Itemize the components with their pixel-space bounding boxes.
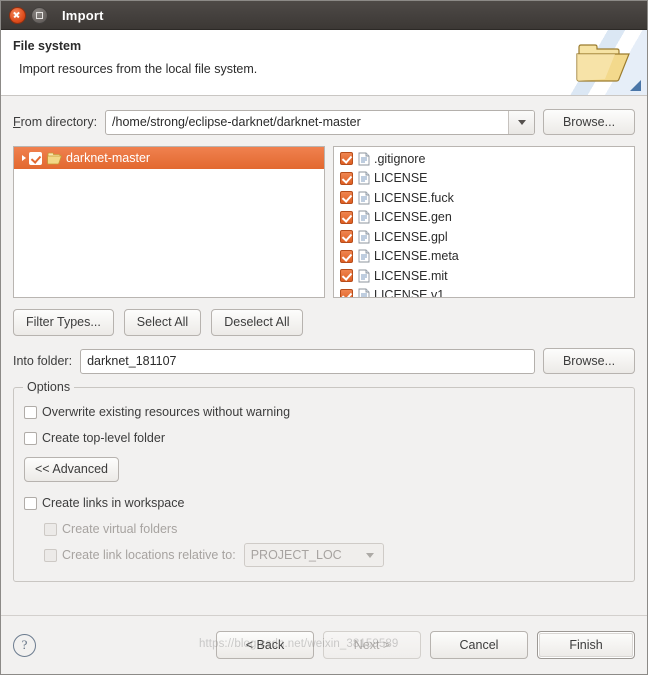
list-item[interactable]: LICENSE.fuck — [334, 188, 634, 208]
into-folder-label: Into folder: — [13, 354, 73, 368]
into-folder-input[interactable]: darknet_181107 — [80, 348, 535, 374]
list-item[interactable]: LICENSE — [334, 169, 634, 189]
cancel-button[interactable]: Cancel — [430, 631, 528, 659]
file-checkbox[interactable] — [340, 249, 353, 263]
filter-types-button[interactable]: Filter Types... — [13, 309, 114, 336]
select-all-button[interactable]: Select All — [123, 309, 202, 336]
relative-location-value: PROJECT_LOC — [250, 548, 342, 562]
file-label: LICENSE.fuck — [374, 190, 454, 205]
file-label: .gitignore — [374, 151, 426, 166]
file-icon — [358, 288, 370, 297]
list-item[interactable]: LICENSE.gpl — [334, 227, 634, 247]
file-icon — [358, 171, 370, 185]
chevron-down-icon — [517, 119, 526, 125]
selection-panes: darknet-master .gitignore LICENSE LICENS… — [13, 146, 635, 298]
file-label: LICENSE.mit — [374, 268, 448, 283]
relative-location-combo: PROJECT_LOC — [243, 543, 384, 567]
tree-item-label: darknet-master — [66, 151, 151, 165]
list-item[interactable]: LICENSE.v1 — [334, 286, 634, 298]
from-directory-browse-button[interactable]: Browse... — [543, 109, 635, 135]
create-relative-links-checkbox — [44, 548, 57, 562]
create-relative-links-option-row: Create link locations relative to: PROJE… — [24, 543, 624, 567]
from-directory-combo[interactable]: /home/strong/eclipse-darknet/darknet-mas… — [105, 109, 535, 135]
file-icon — [358, 249, 370, 263]
open-folder-icon — [576, 44, 630, 82]
create-top-level-option-row[interactable]: Create top-level folder — [24, 427, 624, 449]
maximize-icon[interactable] — [31, 6, 48, 24]
create-virtual-folders-checkbox — [44, 522, 57, 536]
from-directory-label: From directory: — [13, 115, 98, 129]
next-button: Next > — [323, 631, 421, 659]
file-checkbox[interactable] — [340, 230, 353, 244]
file-label: LICENSE.v1 — [374, 288, 445, 298]
overwrite-option-row[interactable]: Overwrite existing resources without war… — [24, 401, 624, 423]
file-checkbox[interactable] — [340, 191, 353, 205]
create-links-option-row[interactable]: Create links in workspace — [24, 492, 624, 514]
file-label: LICENSE — [374, 171, 428, 186]
file-checkbox[interactable] — [340, 269, 353, 283]
list-item[interactable]: LICENSE.meta — [334, 247, 634, 267]
relative-location-dropdown-arrow — [357, 544, 383, 566]
from-directory-input[interactable]: /home/strong/eclipse-darknet/darknet-mas… — [106, 111, 508, 134]
file-checkbox[interactable] — [340, 288, 353, 297]
options-group: Options Overwrite existing resources wit… — [13, 380, 635, 582]
page-banner: File system Import resources from the lo… — [1, 30, 647, 96]
close-icon[interactable] — [9, 6, 26, 24]
file-checkbox[interactable] — [340, 152, 353, 166]
window-title: Import — [62, 7, 104, 23]
expand-arrow-icon[interactable] — [18, 155, 29, 161]
create-links-label: Create links in workspace — [42, 496, 185, 510]
file-list-pane[interactable]: .gitignore LICENSE LICENSE.fuck LICENSE.… — [333, 146, 635, 298]
file-checkbox[interactable] — [340, 171, 353, 185]
banner-corner-glyph — [630, 80, 641, 91]
deselect-all-button[interactable]: Deselect All — [211, 309, 303, 336]
create-virtual-folders-option-row: Create virtual folders — [24, 518, 624, 540]
from-directory-dropdown-arrow[interactable] — [508, 110, 534, 134]
file-icon — [358, 152, 370, 166]
into-folder-browse-button[interactable]: Browse... — [543, 348, 635, 374]
selection-buttons-row: Filter Types... Select All Deselect All — [13, 309, 635, 336]
banner-title: File system — [13, 39, 82, 53]
create-relative-links-label: Create link locations relative to: — [62, 548, 236, 562]
file-checkbox[interactable] — [340, 210, 353, 224]
create-top-level-label: Create top-level folder — [42, 431, 165, 445]
finish-button[interactable]: Finish — [537, 631, 635, 659]
create-links-checkbox[interactable] — [24, 496, 37, 510]
create-top-level-checkbox[interactable] — [24, 431, 37, 445]
file-label: LICENSE.gpl — [374, 229, 448, 244]
file-label: LICENSE.meta — [374, 249, 459, 264]
from-directory-row: From directory: /home/strong/eclipse-dar… — [13, 109, 635, 135]
list-item[interactable]: .gitignore — [334, 149, 634, 169]
back-button[interactable]: < Back — [216, 631, 314, 659]
tree-item-checkbox[interactable] — [29, 151, 42, 165]
footer-buttons: < Back Next > Cancel Finish — [216, 631, 635, 659]
tree-item-darknet-master[interactable]: darknet-master — [14, 147, 324, 169]
chevron-down-icon — [365, 552, 374, 558]
help-icon[interactable]: ? — [13, 633, 36, 657]
folder-tree-pane[interactable]: darknet-master — [13, 146, 325, 298]
titlebar: Import — [1, 1, 647, 30]
create-virtual-folders-label: Create virtual folders — [62, 522, 178, 536]
banner-description: Import resources from the local file sys… — [19, 62, 258, 76]
import-dialog: Import File system Import resources from… — [0, 0, 648, 675]
file-icon — [358, 269, 370, 283]
file-icon — [358, 210, 370, 224]
options-group-title: Options — [23, 380, 75, 394]
overwrite-checkbox[interactable] — [24, 405, 37, 419]
advanced-toggle-button[interactable]: << Advanced — [24, 457, 119, 482]
into-folder-row: Into folder: darknet_181107 Browse... — [13, 348, 635, 374]
folder-icon — [47, 152, 62, 164]
dialog-body: From directory: /home/strong/eclipse-dar… — [1, 96, 647, 615]
list-item[interactable]: LICENSE.gen — [334, 208, 634, 228]
overwrite-label: Overwrite existing resources without war… — [42, 405, 291, 419]
list-item[interactable]: LICENSE.mit — [334, 266, 634, 286]
dialog-footer: ? < Back Next > Cancel Finish https://bl… — [1, 615, 647, 674]
file-icon — [358, 230, 370, 244]
file-icon — [358, 191, 370, 205]
file-label: LICENSE.gen — [374, 210, 452, 225]
